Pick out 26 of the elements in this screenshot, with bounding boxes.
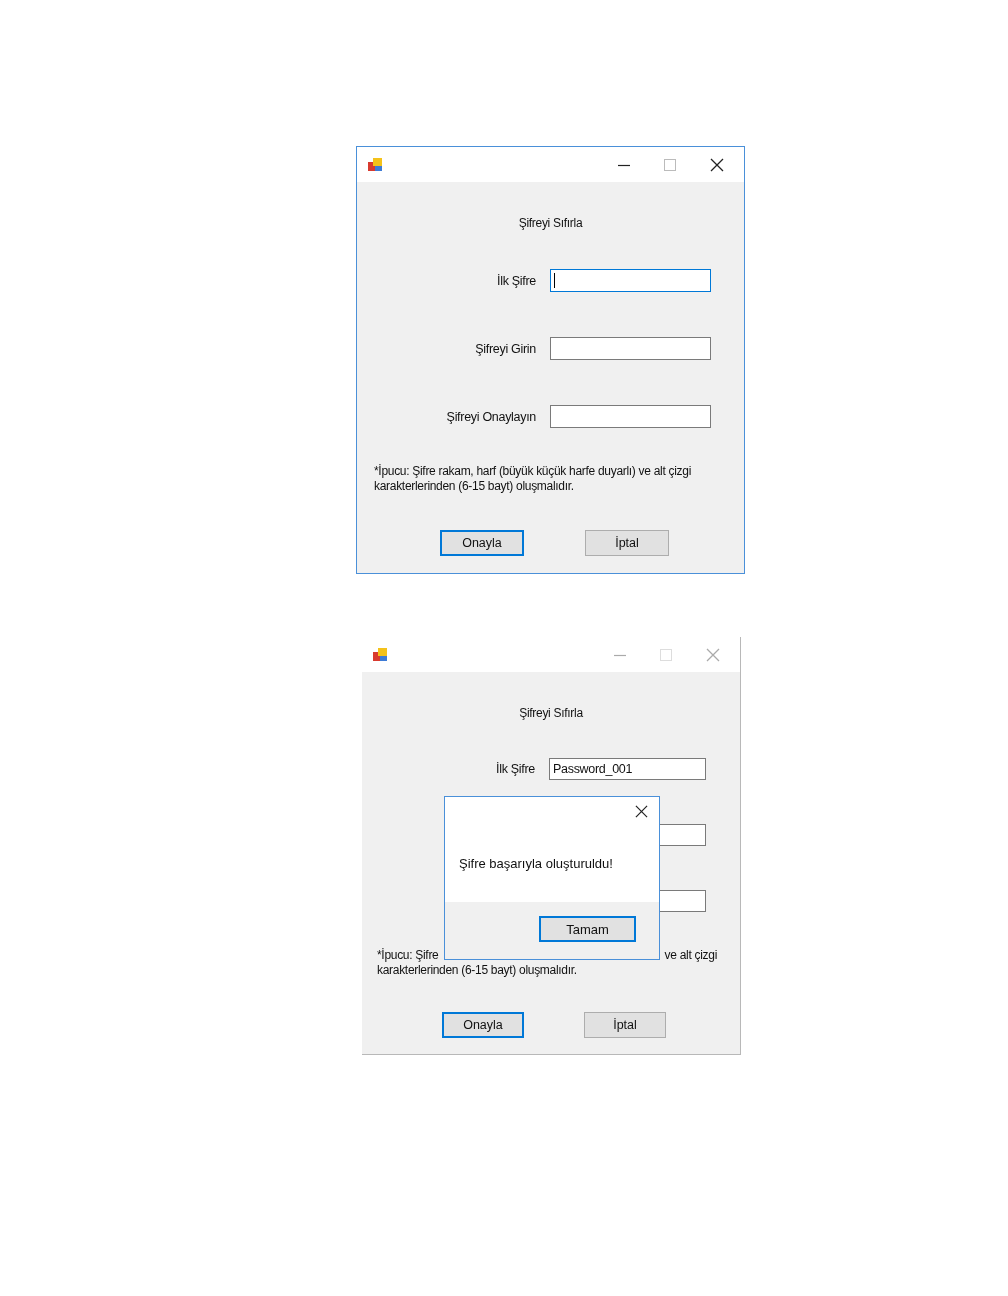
field-label: Şifreyi Onaylayın	[446, 409, 536, 424]
hint-text: *İpucu: Şifre	[377, 948, 439, 963]
message-text: Şifre başarıyla oluşturuldu!	[459, 856, 613, 871]
app-icon	[367, 156, 383, 173]
hint-text: karakterlerinden (6-15 bayt) oluşmalıdır.	[377, 963, 577, 978]
dialog-button[interactable]: İptal	[585, 530, 669, 556]
form-heading: Şifreyi Sıfırla	[518, 216, 583, 230]
close-icon[interactable]	[635, 805, 648, 818]
text-cursor	[554, 273, 555, 288]
app-icon	[372, 646, 388, 663]
input-field[interactable]	[550, 337, 711, 360]
field-label: İlk Şifre	[496, 762, 535, 776]
dialog-button[interactable]: Onayla	[440, 530, 524, 556]
hint-text: karakterlerinden (6-15 bayt) oluşmalıdır.	[374, 479, 574, 494]
input-field[interactable]	[550, 269, 711, 292]
dialog-button[interactable]: Onayla	[442, 1012, 524, 1038]
field-label: Şifreyi Girin	[475, 341, 536, 356]
input-field[interactable]: Password_001	[549, 758, 706, 780]
form-heading: Şifreyi Sıfırla	[519, 706, 583, 720]
hint-text: ve alt çizgi	[664, 948, 717, 963]
input-field[interactable]	[550, 405, 711, 428]
field-label: İlk Şifre	[497, 273, 536, 288]
hint-text: *İpucu: Şifre rakam, harf (büyük küçük harfe duyarlı) ve alt çizgi	[374, 464, 691, 479]
close-icon[interactable]	[710, 157, 724, 172]
ok-button[interactable]: Tamam	[539, 916, 636, 942]
dialog-button[interactable]: İptal	[584, 1012, 666, 1038]
